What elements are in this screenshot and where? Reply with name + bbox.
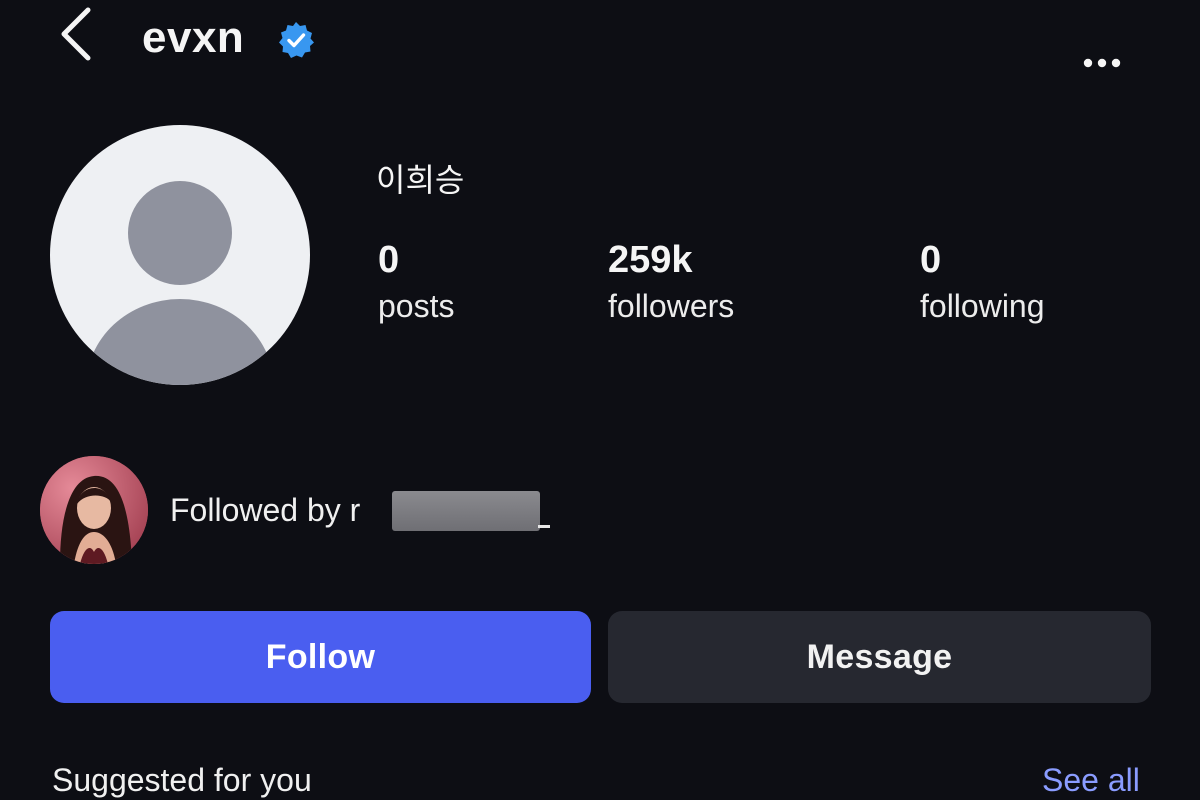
more-options-button[interactable]: [1076, 44, 1128, 80]
chevron-left-icon: [61, 7, 91, 61]
redacted-username-underscore: [538, 525, 550, 528]
default-user-avatar-icon: [86, 181, 274, 385]
followed-by-prefix: Followed by: [170, 492, 341, 528]
followed-by-text[interactable]: Followed by r: [170, 488, 360, 532]
mutual-follower-avatar[interactable]: [40, 456, 148, 564]
back-button[interactable]: [52, 2, 100, 66]
profile-full-name: 이희승: [376, 162, 465, 198]
profile-screen: evxn 이희승 0 posts 259k followers 0 follow…: [0, 0, 1200, 800]
followers-stat[interactable]: 259k followers: [608, 236, 734, 328]
suggested-for-you-heading: Suggested for you: [52, 762, 312, 798]
redacted-username-block: [392, 491, 540, 531]
more-horizontal-icon: [1083, 58, 1121, 68]
followers-count: 259k: [608, 239, 693, 281]
verified-badge-icon: [279, 22, 314, 58]
following-label: following: [920, 288, 1045, 324]
posts-stat[interactable]: 0 posts: [378, 236, 454, 328]
followers-label: followers: [608, 288, 735, 324]
profile-username: evxn: [142, 13, 245, 62]
see-all-link[interactable]: See all: [1042, 758, 1140, 800]
posts-count: 0: [378, 239, 400, 281]
followed-by-username-initial: r: [349, 492, 361, 528]
mutual-follower-photo: [40, 456, 148, 564]
message-button[interactable]: Message: [608, 611, 1151, 703]
following-count: 0: [920, 239, 942, 281]
posts-label: posts: [378, 288, 455, 324]
following-stat[interactable]: 0 following: [920, 236, 1045, 328]
follow-button[interactable]: Follow: [50, 611, 591, 703]
profile-avatar[interactable]: [50, 125, 310, 385]
